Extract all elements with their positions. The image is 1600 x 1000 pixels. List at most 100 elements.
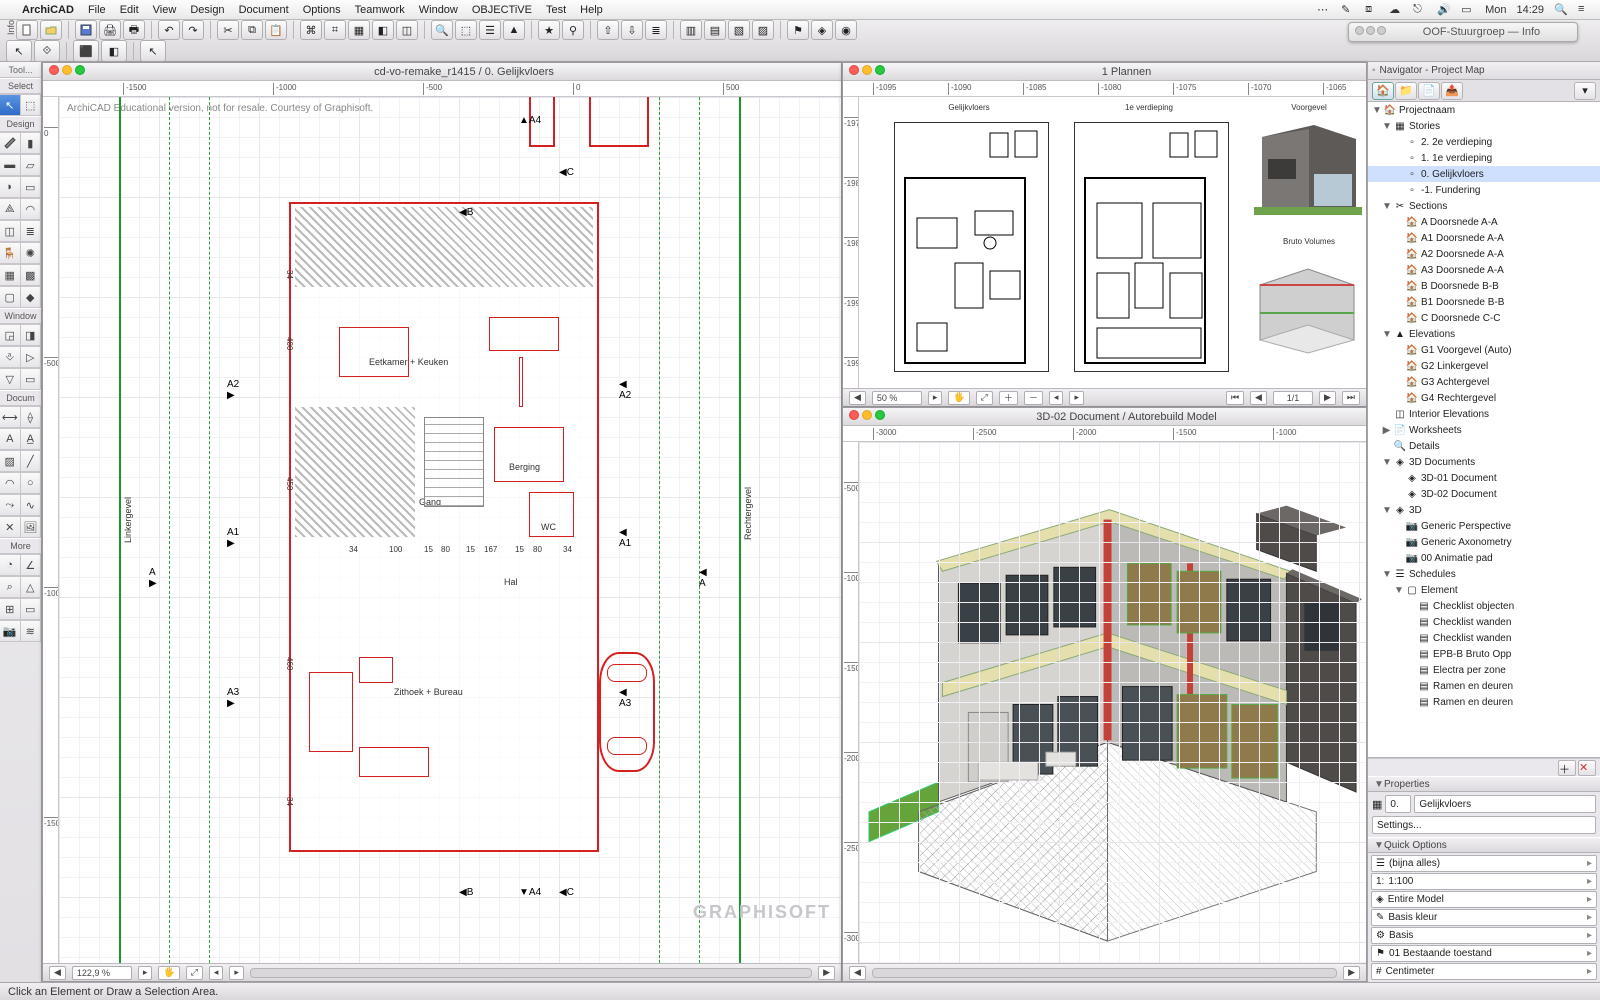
- tb-m2[interactable]: ◉: [835, 20, 857, 40]
- open-button[interactable]: [40, 20, 62, 40]
- marquee-tool[interactable]: ⬚: [21, 94, 42, 116]
- info-geometry-1[interactable]: ⬛: [73, 40, 99, 62]
- tb-3d-btn[interactable]: ▲: [503, 20, 525, 40]
- nav-item-29[interactable]: ▼☰Schedules: [1368, 566, 1600, 582]
- morph-tool[interactable]: ◆: [21, 286, 42, 308]
- floorplan-canvas[interactable]: ArchiCAD Educational version, not for re…: [59, 97, 841, 963]
- zoom-value[interactable]: 122,9 %: [72, 966, 132, 980]
- nav-item-25[interactable]: ▼◈3D: [1368, 502, 1600, 518]
- hotspot-tool[interactable]: ✕: [0, 516, 21, 538]
- nav-item-20[interactable]: ▶📄Worksheets: [1368, 422, 1600, 438]
- quick-option-3[interactable]: ✎Basis kleur▸: [1371, 909, 1597, 926]
- skylight-tool[interactable]: ◫: [0, 220, 21, 242]
- plot-button[interactable]: 🖶: [123, 20, 145, 40]
- 3d-zoom-icon[interactable]: [875, 410, 885, 420]
- info-arrow-mode[interactable]: ↖: [140, 40, 166, 62]
- quick-option-0[interactable]: ☰(bijna alles)▸: [1371, 855, 1597, 872]
- orbit-btn[interactable]: 🖐: [158, 966, 179, 980]
- nav-item-24[interactable]: ◈3D-02 Document: [1368, 486, 1600, 502]
- quick-option-5[interactable]: ⚑01 Bestaande toestand▸: [1371, 945, 1597, 962]
- nav-item-6[interactable]: ▼✂Sections: [1368, 198, 1600, 214]
- 3d-close-icon[interactable]: [849, 410, 859, 420]
- wall-end-tool[interactable]: ◨: [21, 324, 42, 346]
- beam-tool[interactable]: ▬: [0, 154, 21, 176]
- menu-document[interactable]: Document: [239, 4, 289, 16]
- arc-tool[interactable]: ◠: [0, 472, 21, 494]
- nav-item-27[interactable]: 📷Generic Axonometry: [1368, 534, 1600, 550]
- page-next[interactable]: ▶: [1319, 391, 1336, 405]
- nav-item-37[interactable]: ▤Ramen en deuren: [1368, 694, 1600, 710]
- stair-tool[interactable]: ≣: [21, 220, 42, 242]
- menubar-battery-icon[interactable]: ▭: [1461, 3, 1475, 17]
- 3d-sb-r[interactable]: ▶: [1343, 966, 1360, 980]
- menu-window[interactable]: Window: [419, 4, 458, 16]
- save-button[interactable]: [75, 20, 97, 40]
- 3d-ruler-h[interactable]: -3000 -2500 -2000 -1500 -1000: [843, 426, 1366, 442]
- tb-x4[interactable]: ▨: [752, 20, 774, 40]
- tb-fav-btn[interactable]: ★: [538, 20, 560, 40]
- sheet-min-icon[interactable]: [862, 65, 872, 75]
- window-tool-icon[interactable]: ▭: [21, 176, 42, 198]
- menu-edit[interactable]: Edit: [120, 4, 139, 16]
- nav-item-4[interactable]: ▫0. Gelijkvloers: [1368, 166, 1600, 182]
- nav-item-2[interactable]: ▫2. 2e verdieping: [1368, 134, 1600, 150]
- page-prev[interactable]: ◀: [1250, 391, 1267, 405]
- tb-layers-btn[interactable]: ☰: [479, 20, 501, 40]
- tb-btn-c[interactable]: ▦: [348, 20, 370, 40]
- nav-item-11[interactable]: 🏠B Doorsnede B-B: [1368, 278, 1600, 294]
- detail-tool[interactable]: ⌕: [0, 576, 21, 598]
- story-name-field[interactable]: Gelijkvloers: [1414, 795, 1596, 813]
- level-dim-tool[interactable]: ⟠: [21, 406, 42, 428]
- copy-button[interactable]: ⧉: [241, 20, 263, 40]
- menubar-wifi-icon[interactable]: ⎋: [1413, 3, 1427, 17]
- close-icon[interactable]: [49, 65, 59, 75]
- dimension-tool[interactable]: ⟷: [0, 406, 21, 428]
- fill-tool[interactable]: ▨: [0, 450, 21, 472]
- tb-story-btn[interactable]: ≣: [645, 20, 667, 40]
- object-tool[interactable]: 🪑: [0, 242, 21, 264]
- nav-item-12[interactable]: 🏠B1 Doorsnede B-B: [1368, 294, 1600, 310]
- minimize-icon[interactable]: [62, 65, 72, 75]
- layout-next[interactable]: ▸: [1069, 391, 1084, 405]
- properties-header[interactable]: Properties: [1384, 779, 1430, 790]
- tb-zoom-btn[interactable]: 🔍: [431, 20, 453, 40]
- nav-item-9[interactable]: 🏠A2 Doorsnede A-A: [1368, 246, 1600, 262]
- nav-item-36[interactable]: ▤Ramen en deuren: [1368, 678, 1600, 694]
- wall-tool[interactable]: [0, 132, 21, 154]
- drawing-tool[interactable]: ▭: [21, 598, 42, 620]
- worksheet-tool[interactable]: ▭: [21, 368, 42, 390]
- tb-find-btn[interactable]: ⚲: [562, 20, 584, 40]
- story-number-field[interactable]: 0.: [1385, 795, 1411, 813]
- menu-view[interactable]: View: [153, 4, 177, 16]
- column-tool[interactable]: ▮: [21, 132, 42, 154]
- layout-prev[interactable]: ◂: [1049, 391, 1064, 405]
- layout-hand[interactable]: 🖐: [948, 391, 969, 405]
- tb-x1[interactable]: ▥: [680, 20, 702, 40]
- tree-del-btn[interactable]: ✕: [1578, 760, 1596, 776]
- corner-window-tool[interactable]: ◲: [0, 324, 21, 346]
- tab-layout-book[interactable]: 📄: [1418, 82, 1440, 100]
- tb-trace-btn[interactable]: ⬚: [455, 20, 477, 40]
- line-tool[interactable]: ╱: [21, 450, 42, 472]
- nav-item-28[interactable]: 📷00 Animatie pad: [1368, 550, 1600, 566]
- figure-tool[interactable]: 🖼: [21, 516, 42, 538]
- nav-item-18[interactable]: 🏠G4 Rechtergevel: [1368, 390, 1600, 406]
- layout-fit[interactable]: ⤢: [976, 391, 993, 405]
- 3d-h-scrollbar[interactable]: [872, 968, 1337, 978]
- tab-publisher[interactable]: 📤: [1441, 82, 1463, 100]
- slab-tool[interactable]: ▱: [21, 154, 42, 176]
- nav-item-23[interactable]: ◈3D-01 Document: [1368, 470, 1600, 486]
- zoom-icon[interactable]: [75, 65, 85, 75]
- zoom-menu[interactable]: ▸: [138, 966, 153, 980]
- nav-item-10[interactable]: 🏠A3 Doorsnede A-A: [1368, 262, 1600, 278]
- nav-item-17[interactable]: 🏠G3 Achtergevel: [1368, 374, 1600, 390]
- door-tool[interactable]: ◗: [0, 176, 21, 198]
- section-tool[interactable]: ⎀: [0, 346, 21, 368]
- quick-option-6[interactable]: #Centimeter▸: [1371, 963, 1597, 980]
- 3d-sb-l[interactable]: ◀: [849, 966, 866, 980]
- nav-item-8[interactable]: 🏠A1 Doorsnede A-A: [1368, 230, 1600, 246]
- layout-canvas[interactable]: Gelijkvloers 1e verdieping Voorgevel Bru…: [859, 97, 1366, 388]
- layout-zoom-menu[interactable]: ▸: [928, 391, 943, 405]
- mini-bruto[interactable]: [1254, 255, 1362, 355]
- menu-teamwork[interactable]: Teamwork: [355, 4, 405, 16]
